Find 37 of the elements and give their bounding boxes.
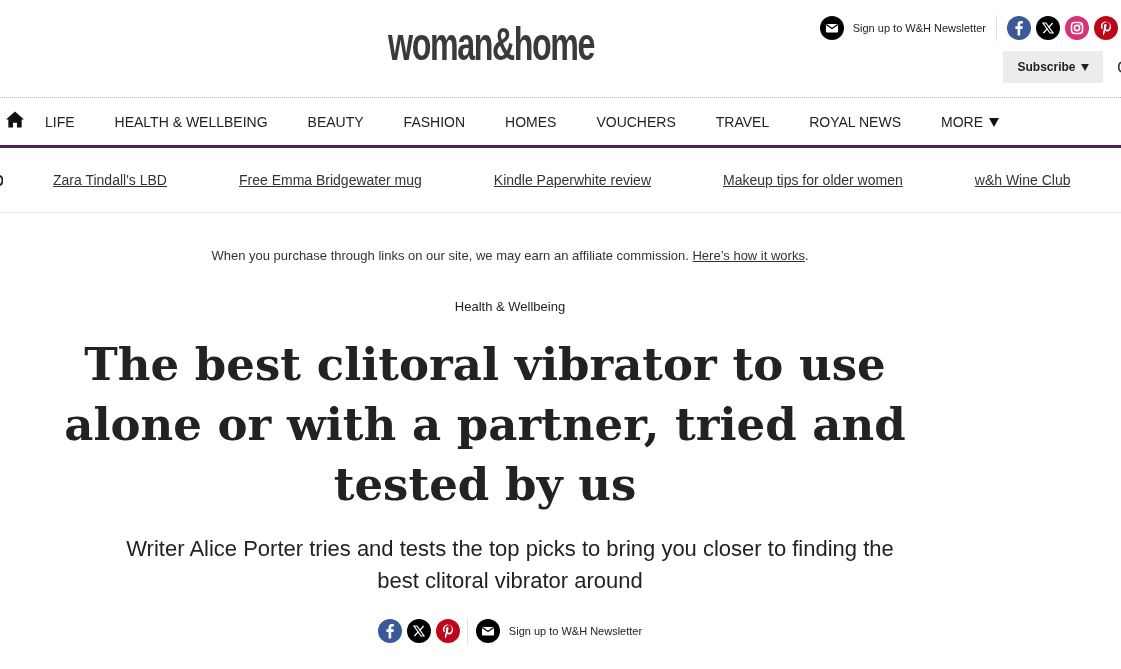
affiliate-disclosure: When you purchase through links on our site, we may earn an affiliate commission. Here’s how it works. — [211, 248, 809, 264]
article-standfirst: Writer Alice Porter tries and tests the top picks to bring you closer to finding the best clitoral vibrator around — [125, 535, 895, 595]
nav-link[interactable]: BEAUTY — [307, 114, 364, 130]
newsletter-signup-link[interactable]: Sign up to W&H Newsletter — [819, 16, 986, 40]
nav-link[interactable]: HEALTH & WELLBEING — [114, 114, 268, 130]
x-icon[interactable] — [1036, 16, 1060, 40]
caret-icon — [1080, 63, 1089, 71]
how-it-works-link[interactable]: Here’s how it works — [692, 248, 805, 263]
nav-link[interactable]: TRAVEL — [715, 114, 770, 130]
trending-link[interactable]: Makeup tips for older women — [723, 172, 903, 188]
nav-link[interactable]: FASHION — [403, 114, 466, 130]
mail-icon — [475, 619, 500, 643]
home-icon[interactable] — [6, 111, 24, 128]
trending-link[interactable]: Zara Tindall's LBD — [53, 172, 167, 188]
facebook-icon[interactable] — [377, 619, 402, 643]
article-headline: The best clitoral vibrator to use alone or with a partner, tried and tested by us — [63, 337, 907, 513]
caret-icon — [989, 117, 999, 127]
mail-icon — [819, 16, 844, 40]
x-icon[interactable] — [406, 619, 431, 643]
instagram-icon[interactable] — [1065, 16, 1089, 40]
cut-off-icon[interactable] — [1118, 61, 1121, 73]
trending-link[interactable]: Free Emma Bridgewater mug — [238, 172, 422, 188]
nav-link[interactable]: LIFE — [45, 114, 75, 130]
category-link[interactable]: Health & Wellbeing — [454, 299, 566, 315]
nav-link[interactable]: HOMES — [505, 114, 557, 130]
facebook-icon[interactable] — [1007, 16, 1031, 40]
more-menu-button[interactable]: MORE — [941, 114, 999, 130]
pinterest-icon[interactable] — [1094, 16, 1118, 40]
nav-link[interactable]: ROYAL NEWS — [809, 114, 901, 130]
nav-link[interactable]: VOUCHERS — [596, 114, 676, 130]
subscribe-button[interactable]: Subscribe — [1003, 51, 1103, 83]
cut-off-icon[interactable] — [0, 174, 3, 186]
site-logo[interactable]: woman&home — [388, 21, 595, 67]
trending-link[interactable]: w&h Wine Club — [974, 172, 1071, 188]
pinterest-icon[interactable] — [435, 619, 460, 643]
trending-link[interactable]: Kindle Paperwhite review — [493, 172, 651, 188]
newsletter-signup-link[interactable]: Sign up to W&H Newsletter — [475, 619, 643, 643]
